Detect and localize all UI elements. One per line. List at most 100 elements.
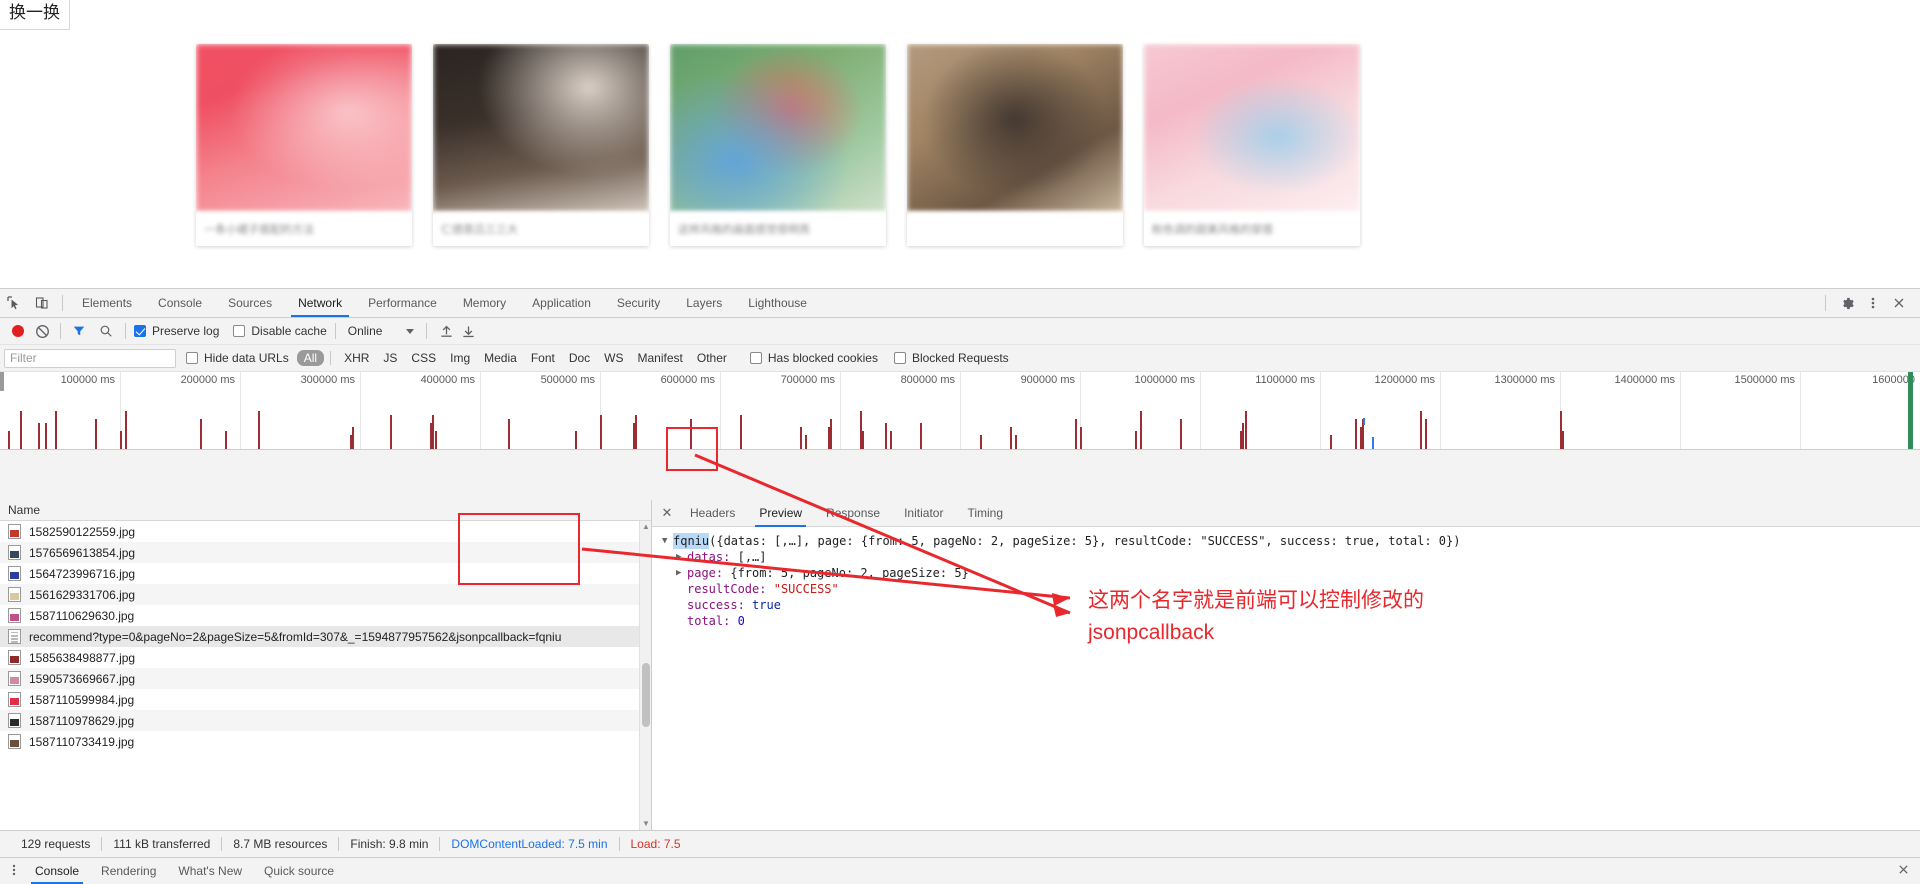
- tab-lighthouse[interactable]: Lighthouse: [735, 289, 820, 317]
- device-toolbar-icon[interactable]: [28, 289, 56, 317]
- filter-type-all[interactable]: All: [296, 350, 325, 366]
- download-icon[interactable]: [457, 324, 479, 339]
- filter-type-media[interactable]: Media: [477, 350, 524, 366]
- disable-cache-checkbox[interactable]: [233, 325, 246, 337]
- inspect-element-icon[interactable]: [0, 289, 28, 317]
- preview-root-line[interactable]: fqniu({datas: [,…], page: {from: 5, page…: [662, 533, 1920, 549]
- table-row[interactable]: 1590573669667.jpg: [0, 668, 651, 689]
- drawer-tab-whats-new[interactable]: What's New: [167, 858, 253, 884]
- table-row[interactable]: 1587110629630.jpg: [0, 605, 651, 626]
- blocked-requests-checkbox[interactable]: [893, 352, 906, 364]
- tab-memory[interactable]: Memory: [450, 289, 519, 317]
- disclosure-triangle-icon[interactable]: [676, 565, 687, 581]
- recommendation-card[interactable]: [907, 44, 1123, 246]
- overview-request-bar: [1355, 419, 1357, 449]
- table-row[interactable]: recommend?type=0&pageNo=2&pageSize=5&fro…: [0, 626, 651, 647]
- overview-tick-label: 700000 ms: [780, 374, 835, 386]
- table-row[interactable]: 1587110978629.jpg: [0, 710, 651, 731]
- disable-cache-option[interactable]: Disable cache: [233, 324, 327, 338]
- more-vertical-icon[interactable]: [1860, 290, 1886, 316]
- detail-tab-preview[interactable]: Preview: [747, 500, 814, 527]
- preview-root-rest: ({datas: [,…], page: {from: 5, pageNo: 2…: [709, 534, 1461, 548]
- preview-line-page[interactable]: page: {from: 5, pageNo: 2, pageSize: 5}: [662, 565, 1920, 581]
- disclosure-triangle-icon[interactable]: [662, 533, 673, 549]
- network-toolbar: Preserve log Disable cache Online: [0, 318, 1920, 345]
- filter-type-xhr[interactable]: XHR: [337, 350, 376, 366]
- filter-input[interactable]: Filter: [4, 348, 176, 368]
- request-list-scrollbar[interactable]: ▲ ▼: [639, 521, 651, 830]
- detail-tab-headers[interactable]: Headers: [678, 500, 747, 527]
- preserve-log-option[interactable]: Preserve log: [134, 324, 219, 338]
- overview-request-bar: [225, 431, 227, 449]
- overview-request-bar: [830, 419, 832, 449]
- drawer-tab-console[interactable]: Console: [24, 858, 90, 884]
- filter-type-ws[interactable]: WS: [597, 350, 630, 366]
- filter-type-manifest[interactable]: Manifest: [631, 350, 690, 366]
- tab-elements[interactable]: Elements: [69, 289, 145, 317]
- has-blocked-cookies-checkbox[interactable]: [749, 352, 762, 364]
- hide-data-urls-checkbox[interactable]: [186, 352, 198, 364]
- tab-application[interactable]: Application: [519, 289, 604, 317]
- drawer-tab-rendering[interactable]: Rendering: [90, 858, 167, 884]
- throttling-value: Online: [347, 324, 383, 338]
- overview-request-bar: [1420, 411, 1422, 449]
- overview-request-bar: [1180, 419, 1182, 449]
- search-icon[interactable]: [95, 324, 117, 338]
- overview-request-bar: [95, 419, 97, 449]
- recommendation-card[interactable]: 这样风格的画面感觉很明亮: [670, 44, 886, 246]
- network-overview-timeline[interactable]: 100000 ms 200000 ms 300000 ms 400000 ms 5000…: [0, 372, 1920, 450]
- tab-performance[interactable]: Performance: [355, 289, 450, 317]
- image-file-icon: [8, 524, 21, 539]
- overview-request-bar: [890, 431, 892, 449]
- recommendation-card[interactable]: 仁德恩吕三三大: [433, 44, 649, 246]
- recommendation-card[interactable]: 粉色调的甜美风格的穿搭: [1144, 44, 1360, 246]
- drawer-tab-quick-source[interactable]: Quick source: [253, 858, 345, 884]
- filter-type-js[interactable]: JS: [376, 350, 404, 366]
- detail-tab-initiator[interactable]: Initiator: [892, 500, 955, 527]
- card-thumbnail-image: [670, 44, 886, 212]
- close-icon[interactable]: [1897, 863, 1920, 879]
- detail-tab-timing[interactable]: Timing: [955, 500, 1015, 527]
- overview-left-handle[interactable]: [0, 372, 4, 391]
- disclosure-triangle-icon[interactable]: [676, 549, 687, 565]
- tab-sources[interactable]: Sources: [215, 289, 285, 317]
- table-row[interactable]: 1587110733419.jpg: [0, 731, 651, 752]
- scroll-up-arrow[interactable]: ▲: [640, 521, 651, 533]
- table-row[interactable]: 1587110599984.jpg: [0, 689, 651, 710]
- has-blocked-cookies-option[interactable]: Has blocked cookies: [749, 351, 878, 365]
- scroll-down-arrow[interactable]: ▼: [640, 818, 651, 830]
- card-caption: 仁德恩吕三三大: [433, 212, 649, 246]
- throttling-select[interactable]: Online: [344, 324, 419, 338]
- swap-button[interactable]: 换一换: [0, 0, 70, 30]
- table-row[interactable]: 1561629331706.jpg: [0, 584, 651, 605]
- filter-type-font[interactable]: Font: [524, 350, 562, 366]
- overview-gridline: [1800, 372, 1801, 449]
- preview-line-datas[interactable]: datas: [,…]: [662, 549, 1920, 565]
- tab-network[interactable]: Network: [285, 289, 355, 317]
- blocked-requests-option[interactable]: Blocked Requests: [893, 351, 1009, 365]
- funnel-icon[interactable]: [69, 324, 89, 338]
- filter-type-doc[interactable]: Doc: [562, 350, 597, 366]
- filter-type-other[interactable]: Other: [690, 350, 734, 366]
- more-vertical-icon[interactable]: [4, 863, 24, 880]
- tab-security[interactable]: Security: [604, 289, 673, 317]
- column-header-name[interactable]: Name: [8, 503, 40, 517]
- tab-console[interactable]: Console: [145, 289, 215, 317]
- preserve-log-checkbox[interactable]: [134, 325, 146, 337]
- filter-type-css[interactable]: CSS: [404, 350, 443, 366]
- filter-type-img[interactable]: Img: [443, 350, 477, 366]
- close-icon[interactable]: [1886, 290, 1912, 316]
- table-row[interactable]: 1585638498877.jpg: [0, 647, 651, 668]
- overview-gridline: [1440, 372, 1441, 449]
- record-stop-icon[interactable]: [12, 325, 24, 337]
- clear-icon[interactable]: [32, 321, 52, 341]
- upload-icon[interactable]: [435, 324, 457, 339]
- recommendation-card[interactable]: 一条小裙子搭配的方法: [196, 44, 412, 246]
- hide-data-urls-option[interactable]: Hide data URLs: [186, 351, 289, 365]
- scrollbar-thumb[interactable]: [642, 663, 650, 727]
- close-icon[interactable]: ✕: [656, 505, 678, 521]
- overview-request-bar: [435, 431, 437, 449]
- gear-icon[interactable]: [1834, 290, 1860, 316]
- detail-tab-response[interactable]: Response: [814, 500, 892, 527]
- tab-layers[interactable]: Layers: [673, 289, 735, 317]
